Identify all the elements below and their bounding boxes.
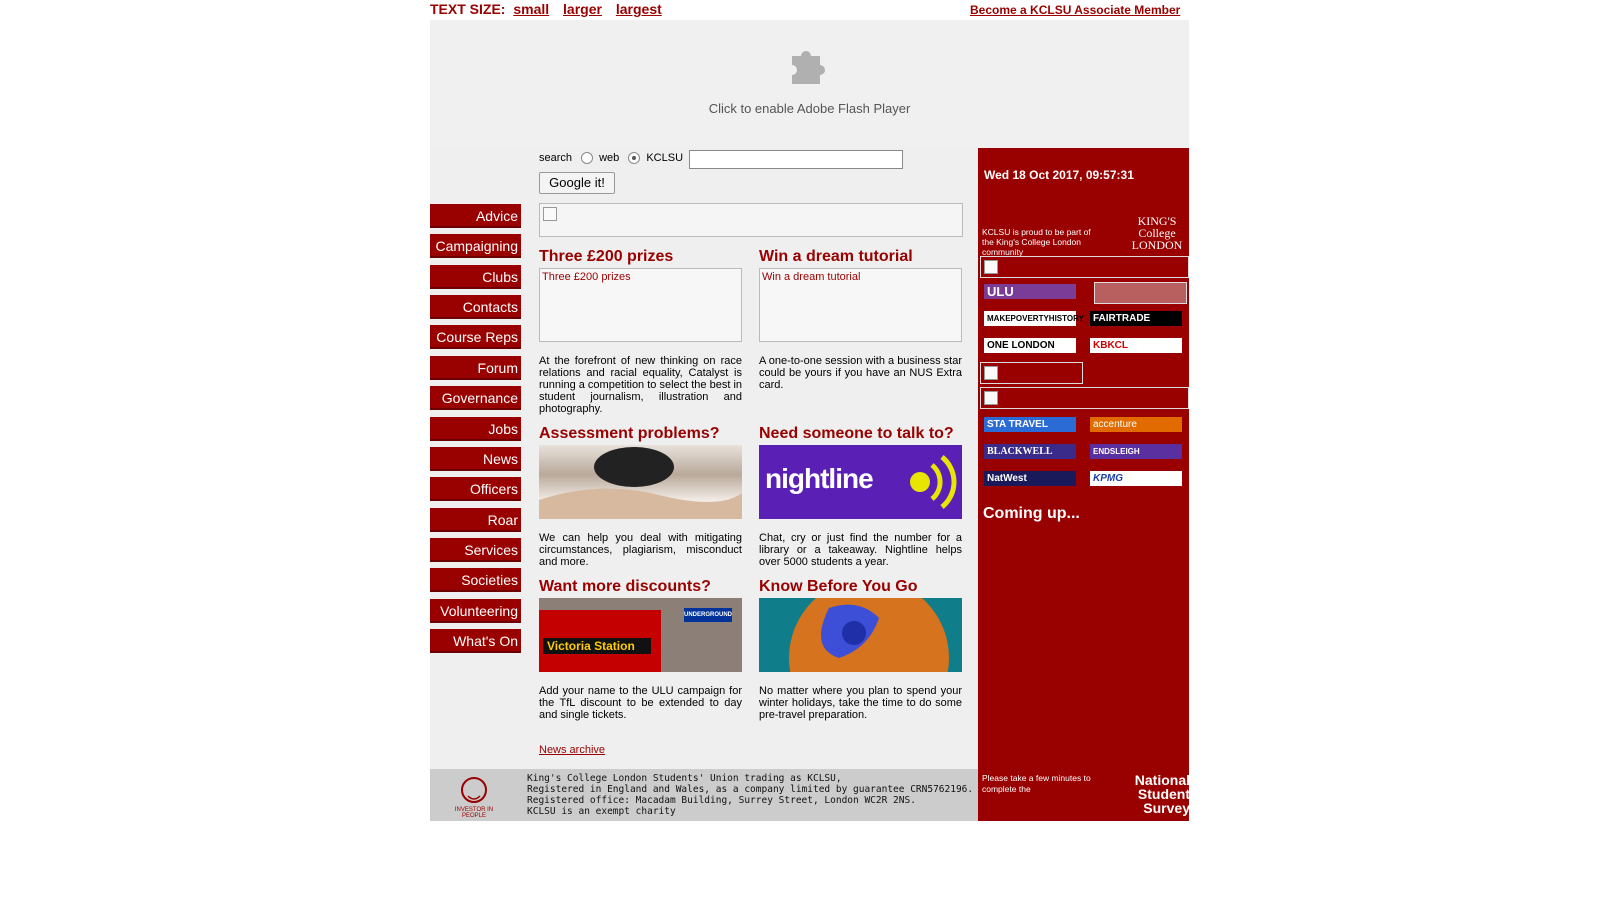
nav-forum[interactable]: Forum — [430, 356, 521, 380]
nav-course-reps[interactable]: Course Reps — [430, 325, 521, 349]
article-title-know-before[interactable]: Know Before You Go — [759, 578, 918, 596]
article-image-discounts[interactable]: Victoria Station UNDERGROUND — [539, 598, 742, 672]
text-size-small-link[interactable]: small — [513, 1, 549, 17]
legal-line: Registered office: Macadam Building, Sur… — [527, 795, 916, 806]
investor-in-people-text: INVESTOR IN PEOPLE — [454, 807, 494, 819]
nav-services[interactable]: Services — [430, 538, 521, 562]
globe-illustration — [789, 598, 949, 672]
footer: INVESTOR IN PEOPLE King's College London… — [430, 769, 978, 821]
associate-member-link[interactable]: Become a KCLSU Associate Member — [970, 3, 1180, 17]
text-size-larger-link[interactable]: larger — [563, 1, 602, 17]
article-title-nightline[interactable]: Need someone to talk to? — [759, 425, 954, 443]
text-size-label: TEXT SIZE: — [430, 1, 506, 17]
nav-governance[interactable]: Governance — [430, 386, 521, 410]
partner-one-london[interactable]: ONE LONDON — [984, 338, 1076, 353]
article-text-nightline: Chat, cry or just find the number for a … — [759, 532, 962, 568]
sponsor-endsleigh[interactable]: ENDSLEIGH — [1090, 444, 1182, 459]
google-it-button[interactable]: Google it! — [539, 172, 615, 194]
partner-banner-2[interactable] — [980, 362, 1083, 384]
text-size-largest-link[interactable]: largest — [616, 1, 662, 17]
flash-message: Click to enable Adobe Flash Player — [708, 101, 911, 116]
nav-news[interactable]: News — [430, 447, 521, 471]
radio-kclsu-label: KCLSU — [646, 152, 684, 164]
broken-image-icon — [543, 207, 557, 221]
article-image-nightline[interactable]: nightline — [759, 445, 962, 519]
partner-ulu-banner[interactable] — [1094, 282, 1187, 304]
nav-contacts[interactable]: Contacts — [430, 295, 521, 319]
legal-line: Registered in England and Wales, as a co… — [527, 784, 974, 795]
partner-makepovertyhistory[interactable]: MAKEPOVERTYHISTORY — [984, 311, 1084, 326]
coming-up-heading: Coming up... — [983, 505, 1080, 522]
underground-sign: UNDERGROUND — [684, 608, 732, 622]
search-label: search — [539, 152, 573, 164]
sponsor-banner[interactable] — [980, 387, 1189, 409]
partner-fairtrade[interactable]: FAIRTRADE — [1090, 311, 1182, 326]
text-size-bar: TEXT SIZE: small larger largest — [430, 1, 668, 17]
nss-text: Please take a few minutes to complete th… — [982, 773, 1091, 794]
sponsor-natwest[interactable]: NatWest — [984, 471, 1076, 486]
article-image-know-before[interactable] — [759, 598, 962, 672]
nav-societies[interactable]: Societies — [430, 568, 521, 592]
sponsor-sta-travel[interactable]: STA TRAVEL — [984, 417, 1076, 432]
article-title-assessment[interactable]: Assessment problems? — [539, 425, 720, 443]
wreath-icon — [461, 777, 487, 803]
nav-roar[interactable]: Roar — [430, 508, 521, 532]
nav-campaigning[interactable]: Campaigning — [430, 234, 521, 258]
legal-line: KCLSU is an exempt charity — [527, 806, 676, 817]
article-text-tutorial: A one-to-one session with a business sta… — [759, 355, 963, 391]
broken-image-icon — [984, 391, 998, 405]
article-text-discounts: Add your name to the ULU campaign for th… — [539, 685, 742, 721]
partner-banner-1[interactable] — [980, 256, 1189, 278]
banner-image[interactable] — [539, 203, 963, 237]
search-form: search web KCLSU — [539, 152, 684, 165]
article-title-discounts[interactable]: Want more discounts? — [539, 578, 711, 596]
flash-placeholder[interactable]: Click to enable Adobe Flash Player — [430, 20, 1189, 148]
article-title-tutorial[interactable]: Win a dream tutorial — [759, 248, 913, 266]
kings-text: KCLSU is proud to be part of the King's … — [982, 227, 1091, 257]
sponsor-blackwell[interactable]: BLACKWELL — [984, 444, 1076, 459]
sponsor-accenture[interactable]: accenture — [1090, 417, 1182, 432]
broken-image-icon — [984, 366, 998, 380]
kings-college-banner[interactable]: KCLSU is proud to be part of the King's … — [980, 214, 1187, 257]
nightline-waves-icon — [910, 455, 957, 509]
nav-advice[interactable]: Advice — [430, 204, 521, 228]
nav-clubs[interactable]: Clubs — [430, 265, 521, 289]
nav-whats-on[interactable]: What's On — [430, 629, 521, 653]
nss-logo: National Student Survey — [1134, 772, 1190, 816]
sleeping-student-illustration — [539, 447, 742, 519]
article-text-assessment: We can help you deal with mitigating cir… — [539, 532, 742, 568]
nav-jobs[interactable]: Jobs — [430, 417, 521, 441]
nav-volunteering[interactable]: Volunteering — [430, 599, 521, 623]
legal-line: King's College London Students' Union tr… — [527, 773, 842, 784]
partner-ulu[interactable]: ULU — [984, 284, 1076, 299]
news-archive-link[interactable]: News archive — [539, 744, 605, 756]
kings-logo: KING'S College LONDON — [1131, 214, 1183, 252]
broken-image-icon — [984, 260, 998, 274]
radio-web[interactable] — [581, 152, 594, 165]
article-title-prizes[interactable]: Three £200 prizes — [539, 248, 673, 266]
article-image-tutorial[interactable]: Win a dream tutorial — [759, 268, 962, 342]
investor-in-people-logo[interactable]: INVESTOR IN PEOPLE — [444, 775, 504, 819]
article-text-prizes: At the forefront of new thinking on race… — [539, 355, 743, 415]
datetime: Wed 18 Oct 2017, 09:57:31 — [984, 168, 1134, 182]
nss-banner[interactable]: Please take a few minutes to complete th… — [982, 773, 1190, 815]
article-text-know-before: No matter where you plan to spend your w… — [759, 685, 962, 721]
nightline-logo-text: nightline — [765, 463, 874, 494]
radio-web-label: web — [599, 152, 620, 164]
puzzle-icon — [786, 42, 830, 96]
article-image-prizes[interactable]: Three £200 prizes — [539, 268, 742, 342]
bus-destination-sign: Victoria Station — [543, 638, 651, 654]
radio-kclsu[interactable] — [628, 152, 641, 165]
article-image-assessment[interactable] — [539, 445, 742, 519]
search-input[interactable] — [689, 150, 903, 169]
nav-officers[interactable]: Officers — [430, 477, 521, 501]
sponsor-kpmg[interactable]: KPMG — [1090, 471, 1182, 486]
partner-kbkcl[interactable]: KBKCL — [1090, 338, 1182, 353]
footer-legal: King's College London Students' Union tr… — [527, 773, 973, 817]
